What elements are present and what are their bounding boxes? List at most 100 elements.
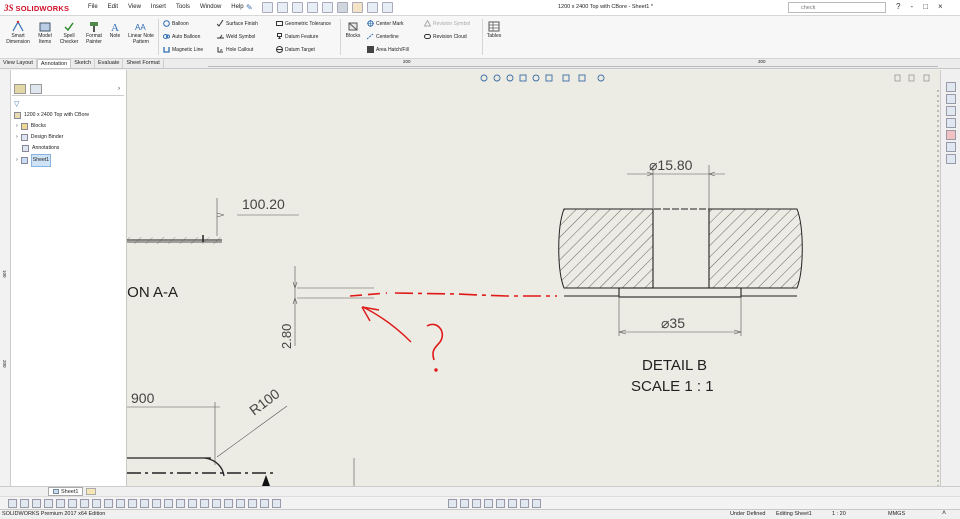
custom-properties-icon[interactable]	[946, 154, 956, 164]
expand-icon[interactable]: ›	[16, 155, 18, 166]
window-restore-controls[interactable]	[894, 74, 930, 82]
undo-icon[interactable]	[322, 2, 333, 13]
dimension-2-80[interactable]: 2.80	[279, 266, 374, 349]
heads-up-view-toolbar[interactable]	[480, 74, 605, 82]
extend-icon[interactable]	[140, 499, 149, 508]
arc-icon[interactable]	[92, 499, 101, 508]
rectangle-icon[interactable]	[68, 499, 77, 508]
resources-icon[interactable]	[946, 94, 956, 104]
graphics-area[interactable]: 100.20 ION A-A 2.80 900 R100 ⌀15.80 ⌀35 …	[127, 70, 940, 486]
partial-view-top-bar[interactable]	[127, 235, 222, 244]
unit-system[interactable]: MMGS	[888, 511, 905, 517]
tab-evaluate[interactable]: Evaluate	[95, 59, 124, 68]
hatch-icon[interactable]	[224, 499, 233, 508]
centerline-icon[interactable]	[248, 499, 257, 508]
line-color-icon[interactable]	[472, 499, 481, 508]
chevron-right-icon[interactable]: ›	[118, 86, 120, 92]
linear-note-pattern-button[interactable]: AA Linear Note Pattern	[125, 20, 157, 45]
expand-icon[interactable]: ›	[16, 121, 18, 132]
menu-window[interactable]: Window	[200, 4, 221, 10]
tree-root[interactable]: 1200 x 2400 Top with CBore	[14, 110, 89, 121]
property-manager-tab-icon[interactable]	[30, 84, 42, 94]
smart-dimension-button[interactable]: Smart Dimension	[3, 20, 33, 45]
line-icon[interactable]	[56, 499, 65, 508]
surface-finish-button[interactable]: Surface Finish	[217, 20, 258, 27]
model-items-button[interactable]: Model Items	[34, 20, 56, 45]
color-display-icon[interactable]	[508, 499, 517, 508]
revision-symbol-button[interactable]: Revision Symbol	[424, 20, 470, 27]
tab-annotation[interactable]: Annotation	[36, 59, 72, 68]
smart-dimension-icon[interactable]	[8, 499, 17, 508]
datum-icon[interactable]	[260, 499, 269, 508]
options-gear-icon[interactable]	[382, 2, 393, 13]
maximize-button[interactable]: □	[923, 2, 928, 11]
sheet-scale[interactable]: 1 : 20	[832, 511, 846, 517]
spline-icon[interactable]	[104, 499, 113, 508]
align-icon[interactable]	[448, 499, 457, 508]
menu-edit[interactable]: Edit	[108, 4, 118, 10]
file-properties-icon[interactable]	[367, 2, 378, 13]
design-library-icon[interactable]	[946, 106, 956, 116]
geometric-tolerance-button[interactable]: Geometric Tolerance	[276, 20, 331, 27]
chamfer-icon[interactable]	[200, 499, 209, 508]
feature-tree-tab-icon[interactable]	[14, 84, 26, 94]
minimize-button[interactable]: -	[910, 2, 913, 11]
tree-item-design-binder[interactable]: › Design Binder	[14, 132, 89, 143]
mirror-icon[interactable]	[164, 499, 173, 508]
offset-icon[interactable]	[152, 499, 161, 508]
tab-sheet-format[interactable]: Sheet Format	[123, 59, 164, 68]
partial-view-bottom[interactable]: 900 R100	[127, 385, 355, 486]
status-expand-icon[interactable]: ˄	[942, 510, 946, 517]
tree-item-sheet1[interactable]: › Sheet1	[14, 154, 89, 167]
sheet-tab-sheet1[interactable]: Sheet1	[48, 487, 84, 496]
hole-callout-button[interactable]: ⌀ Hole Callout	[217, 46, 253, 53]
view-palette-icon[interactable]	[946, 142, 956, 152]
tree-item-blocks[interactable]: › Blocks	[14, 121, 89, 132]
center-mark-button[interactable]: Center Mark	[367, 20, 404, 27]
layer-icon[interactable]	[460, 499, 469, 508]
file-explorer-icon[interactable]	[946, 118, 956, 128]
close-button[interactable]: ×	[938, 2, 943, 11]
pattern-icon[interactable]	[176, 499, 185, 508]
weld-symbol-button[interactable]: Weld Symbol	[217, 33, 255, 40]
tables-button[interactable]: Tables	[485, 20, 503, 40]
show-edge-icon[interactable]	[532, 499, 541, 508]
line-thickness-icon[interactable]	[484, 499, 493, 508]
center-mark-icon[interactable]	[236, 499, 245, 508]
line-style-icon[interactable]	[496, 499, 505, 508]
save-icon[interactable]	[292, 2, 303, 13]
tolerance-icon[interactable]	[272, 499, 281, 508]
hide-edge-icon[interactable]	[520, 499, 529, 508]
search-input[interactable]	[788, 2, 886, 13]
select-icon[interactable]	[337, 2, 348, 13]
revision-cloud-button[interactable]: Revision Cloud	[424, 33, 467, 40]
fillet-icon[interactable]	[188, 499, 197, 508]
tab-sketch[interactable]: Sketch	[71, 59, 96, 68]
dimension-100-20[interactable]: 100.20	[216, 196, 299, 236]
datum-feature-button[interactable]: Datum Feature	[276, 33, 318, 40]
relations-icon[interactable]	[212, 499, 221, 508]
auto-balloon-button[interactable]: Auto Balloon	[163, 33, 200, 40]
open-icon[interactable]	[277, 2, 288, 13]
datum-target-button[interactable]: Datum Target	[276, 46, 315, 53]
home-icon[interactable]	[946, 82, 956, 92]
pin-icon[interactable]: ✎	[246, 3, 253, 12]
solidworks-logo[interactable]: 3S SOLIDWORKS	[4, 2, 69, 14]
menu-view[interactable]: View	[128, 4, 141, 10]
filter-icon[interactable]: ▽	[14, 100, 19, 108]
note-icon[interactable]	[32, 499, 41, 508]
blocks-button[interactable]: Blocks	[344, 20, 362, 40]
trim-icon[interactable]	[128, 499, 137, 508]
appearances-icon[interactable]	[946, 130, 956, 140]
format-painter-button[interactable]: Format Painter	[82, 20, 106, 45]
menu-file[interactable]: File	[88, 4, 98, 10]
detail-b-view[interactable]: ⌀15.80 ⌀35	[558, 157, 803, 336]
print-icon[interactable]	[307, 2, 318, 13]
select-icon[interactable]	[44, 499, 53, 508]
point-icon[interactable]	[116, 499, 125, 508]
magnetic-line-button[interactable]: Magnetic Line	[163, 46, 203, 53]
area-hatch-fill-button[interactable]: Area Hatch/Fill	[367, 46, 409, 53]
menu-insert[interactable]: Insert	[151, 4, 166, 10]
menu-help[interactable]: Help	[231, 4, 243, 10]
help-icon[interactable]: ?	[896, 2, 900, 11]
